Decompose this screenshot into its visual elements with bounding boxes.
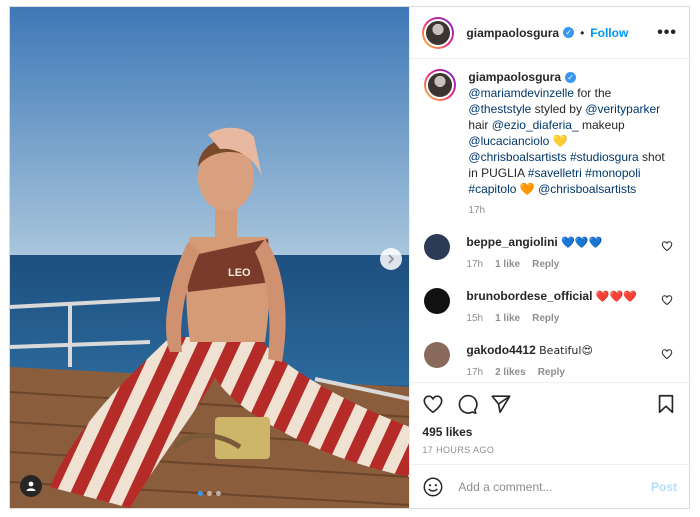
- caption-link[interactable]: @verityparker: [585, 102, 660, 116]
- caption-link[interactable]: @ezio_diaferia_: [492, 118, 579, 132]
- author-avatar[interactable]: [422, 16, 455, 49]
- verified-badge-icon: ✓: [563, 27, 575, 38]
- carousel-dot: [198, 491, 203, 496]
- tagged-users-button[interactable]: [20, 475, 42, 497]
- comment-likes[interactable]: 2 likes: [495, 367, 526, 378]
- carousel-dot: [207, 491, 212, 496]
- comment-list: beppe_angiolini 💙💙💙 17h 1 like Reply brunobo…: [424, 234, 675, 378]
- comment-like-heart-icon[interactable]: [661, 294, 673, 306]
- caption-link[interactable]: @mariamdevinzelle: [468, 86, 574, 100]
- reply-button[interactable]: Reply: [538, 367, 565, 378]
- caption-username[interactable]: giampaolosgura: [468, 70, 561, 84]
- comment-meta: 17h 1 like Reply: [466, 259, 666, 270]
- comment-meta: 15h 1 like Reply: [466, 313, 666, 324]
- comment-icon[interactable]: [456, 393, 479, 415]
- comment-time: 15h: [466, 313, 484, 324]
- caption-text-fragment: hair: [468, 118, 492, 132]
- commenter-avatar[interactable]: [424, 342, 451, 368]
- post-header: giampaolosgura ✓ • Follow •••: [410, 7, 689, 59]
- likes-count[interactable]: 495 likes: [422, 425, 677, 439]
- comment-meta: 17h 2 likes Reply: [466, 367, 666, 378]
- caption-link[interactable]: #monopoli: [585, 166, 640, 180]
- caption-link[interactable]: #capitolo: [468, 182, 516, 196]
- caption-body: @mariamdevinzelle for the @theststyle st…: [468, 86, 664, 196]
- comment-text: ❤️❤️❤️: [595, 290, 637, 303]
- caption-link[interactable]: @chrisboalsartists: [538, 182, 636, 196]
- caption-link[interactable]: @chrisboalsartists: [468, 150, 566, 164]
- top-print-text: LEO: [228, 267, 251, 279]
- commenter-username[interactable]: gakodo4412: [466, 343, 535, 357]
- commenter-username[interactable]: brunobordese_official: [466, 289, 592, 303]
- verified-badge-icon: ✓: [565, 72, 577, 84]
- carousel-indicator: [198, 491, 221, 496]
- commenter-username[interactable]: beppe_angiolini: [466, 235, 557, 249]
- comment-likes[interactable]: 1 like: [495, 259, 520, 270]
- header-separator: •: [580, 25, 585, 40]
- carousel-dot: [216, 491, 221, 496]
- commenter-avatar[interactable]: [424, 288, 451, 314]
- caption-link[interactable]: @lucacianciolo: [468, 134, 549, 148]
- comment-text: Beatiful😍: [539, 344, 593, 357]
- caption-link[interactable]: @theststyle: [468, 102, 531, 116]
- next-image-button[interactable]: [380, 248, 402, 270]
- comment-body: brunobordese_official ❤️❤️❤️: [466, 288, 666, 305]
- comment-item: brunobordese_official ❤️❤️❤️ 15h 1 like Rep…: [424, 288, 675, 324]
- comment-item: gakodo4412 Beatiful😍 17h 2 likes Reply: [424, 342, 675, 378]
- comment-text: 💙💙💙: [561, 236, 603, 249]
- post-actions: 495 likes 17 HOURS AGO: [410, 382, 689, 464]
- instagram-post-modal: LEO giampaolosgura ✓ • Follow ••• giampa…: [9, 6, 690, 509]
- caption-text-fragment: 💛: [549, 134, 568, 148]
- comment-item: beppe_angiolini 💙💙💙 17h 1 like Reply: [424, 234, 675, 270]
- caption-author-avatar[interactable]: [424, 69, 457, 101]
- user-icon: [26, 481, 36, 491]
- reply-button[interactable]: Reply: [532, 259, 559, 270]
- emoji-icon[interactable]: [422, 476, 444, 498]
- action-bar: [422, 393, 677, 415]
- commenter-avatar[interactable]: [424, 234, 451, 260]
- comment-body: beppe_angiolini 💙💙💙: [466, 234, 666, 251]
- caption-time: 17h: [468, 205, 486, 216]
- comments-section[interactable]: giampaolosgura ✓ @mariamdevinzelle for th…: [410, 59, 689, 382]
- reply-button[interactable]: Reply: [532, 313, 559, 324]
- comment-body: gakodo4412 Beatiful😍: [466, 342, 666, 359]
- comment-like-heart-icon[interactable]: [661, 348, 673, 360]
- caption-text-fragment: styled by: [531, 102, 586, 116]
- caption-text-fragment: makeup: [578, 118, 625, 132]
- caption-text: giampaolosgura ✓ @mariamdevinzelle for th…: [468, 69, 668, 197]
- comment-likes[interactable]: 1 like: [495, 313, 520, 324]
- comment-like-heart-icon[interactable]: [661, 240, 673, 252]
- post-side-panel: giampaolosgura ✓ • Follow ••• giampaolos…: [409, 7, 689, 508]
- comment-input[interactable]: [458, 479, 651, 494]
- more-options-icon[interactable]: •••: [657, 24, 677, 42]
- comment-time: 17h: [466, 367, 484, 378]
- post-comment-button[interactable]: Post: [651, 480, 677, 494]
- caption-link[interactable]: #studiosgura: [570, 150, 639, 164]
- add-comment-bar: Post: [410, 464, 689, 508]
- caption-text-fragment: for the: [573, 86, 612, 100]
- post-timestamp: 17 HOURS AGO: [422, 445, 495, 455]
- follow-button[interactable]: Follow: [590, 26, 628, 40]
- post-photo[interactable]: LEO: [10, 7, 410, 508]
- caption-link[interactable]: #savelletri: [528, 166, 582, 180]
- comment-time: 17h: [466, 259, 484, 270]
- heart-icon[interactable]: [422, 393, 444, 415]
- bookmark-icon[interactable]: [655, 393, 677, 415]
- beach-photo-illustration: LEO: [10, 7, 410, 508]
- chevron-right-icon: [388, 254, 395, 264]
- author-username[interactable]: giampaolosgura: [466, 26, 559, 40]
- caption-text-fragment: 🧡: [516, 182, 539, 196]
- share-icon[interactable]: [490, 393, 512, 415]
- post-caption: giampaolosgura ✓ @mariamdevinzelle for th…: [424, 69, 675, 216]
